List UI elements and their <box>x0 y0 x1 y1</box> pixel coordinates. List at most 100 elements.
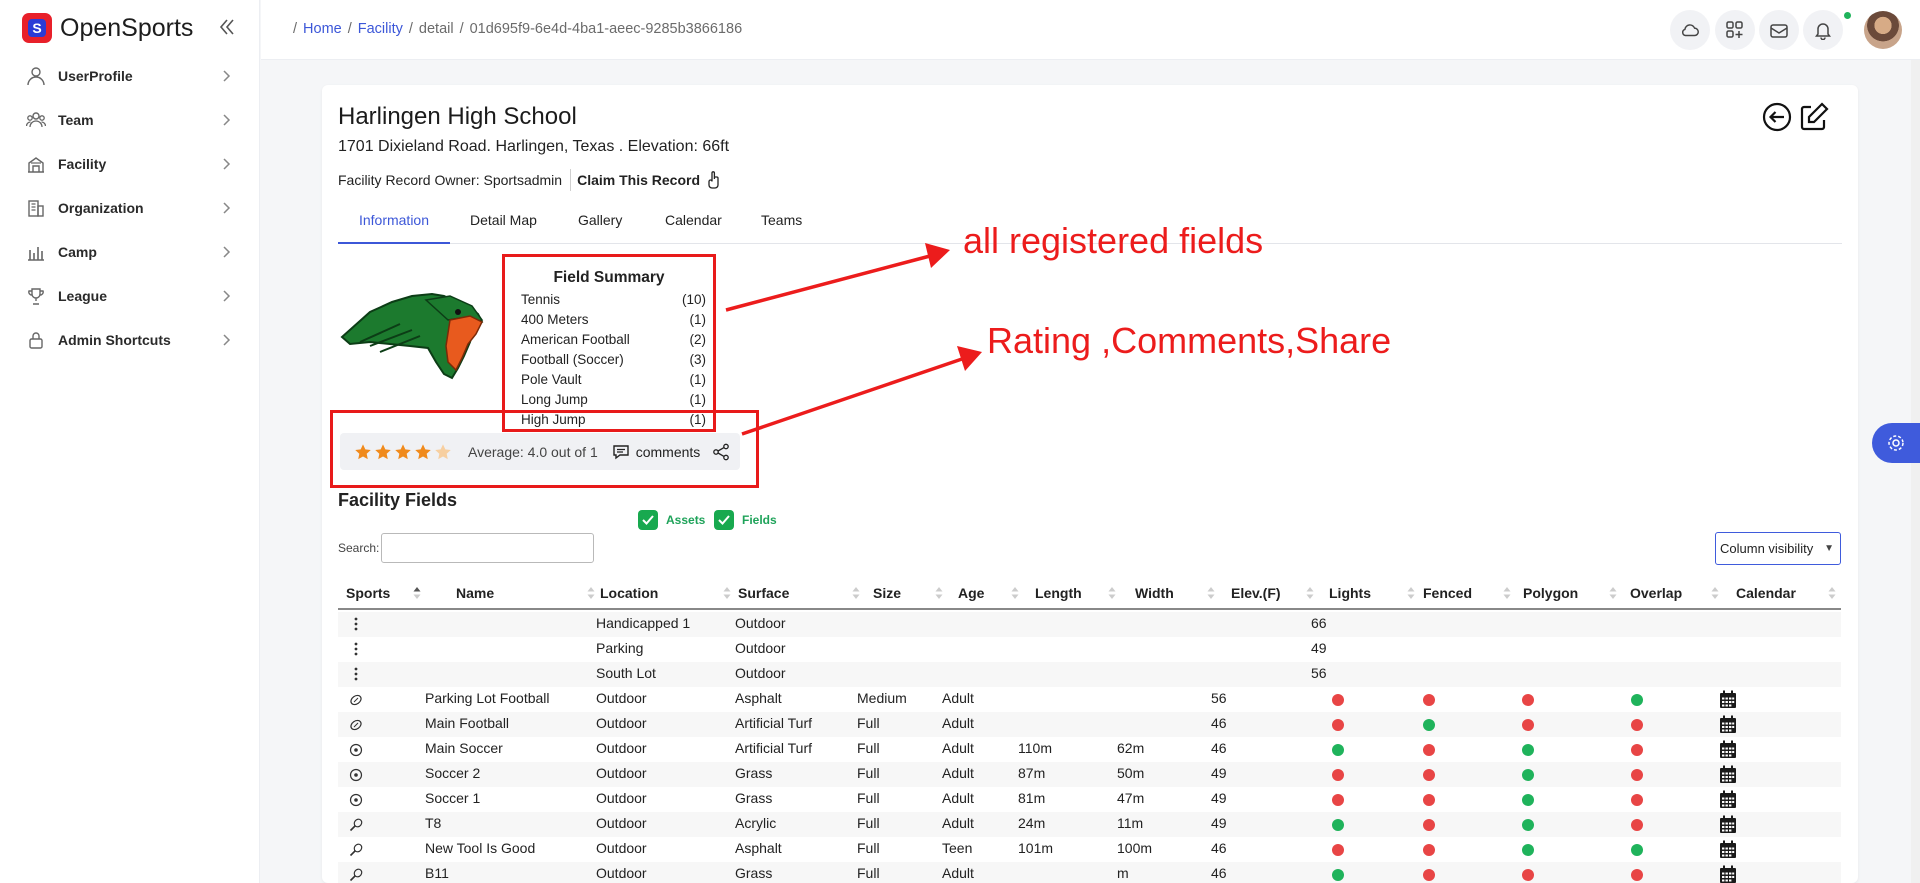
fields-checkbox[interactable]: Fields <box>714 510 777 530</box>
table-row[interactable]: Parking Lot Football Outdoor Asphalt Medium… <box>338 687 1841 712</box>
sort-arrows-icon[interactable] <box>1406 585 1416 601</box>
notifications-button[interactable] <box>1803 10 1843 50</box>
cell-name: Handicapped 1 <box>596 615 691 631</box>
calendar-icon[interactable] <box>1719 865 1737 883</box>
table-row[interactable]: B11 Outdoor Grass Full Adult m 46 <box>338 862 1841 883</box>
column-header-overlap[interactable]: Overlap <box>1630 576 1682 610</box>
table-row[interactable]: Main Football Outdoor Artificial Turf Full A… <box>338 712 1841 737</box>
cell-size: Full <box>857 740 880 756</box>
breadcrumb-facility[interactable]: Facility <box>358 21 403 37</box>
column-visibility-button[interactable]: Column visibility ▼ <box>1715 532 1841 565</box>
sidebar-item-organization[interactable]: Organization <box>0 186 260 230</box>
column-header-polygon[interactable]: Polygon <box>1523 576 1578 610</box>
table-row[interactable]: T8 Outdoor Acrylic Full Adult 24m 11m 49 <box>338 812 1841 837</box>
share-icon[interactable] <box>712 443 730 461</box>
calendar-icon[interactable] <box>1719 790 1737 809</box>
sort-arrows-icon[interactable] <box>1107 585 1117 601</box>
messages-button[interactable] <box>1759 10 1799 50</box>
sidebar-item-label: Organization <box>58 200 144 216</box>
table-row[interactable]: Parking Outdoor 49 <box>338 637 1841 662</box>
column-header-calendar[interactable]: Calendar <box>1736 576 1796 610</box>
claim-record-button[interactable]: Claim This Record <box>577 171 722 189</box>
sidebar-item-facility[interactable]: Facility <box>0 142 260 186</box>
column-header-lights[interactable]: Lights <box>1329 576 1371 610</box>
star-filled-icon[interactable] <box>374 443 392 461</box>
comments-label: comments <box>635 443 701 460</box>
sort-arrows-icon[interactable] <box>1710 585 1720 601</box>
chevron-right-icon <box>223 290 231 302</box>
column-header-sports[interactable]: Sports <box>346 576 390 610</box>
sort-arrows-icon[interactable] <box>1305 585 1315 601</box>
back-icon[interactable] <box>1760 100 1794 134</box>
sidebar-item-camp[interactable]: Camp <box>0 230 260 274</box>
more-vertical-icon[interactable] <box>354 641 358 657</box>
lights-status-dot <box>1332 794 1344 806</box>
column-header-name[interactable]: Name <box>456 576 494 610</box>
more-vertical-icon[interactable] <box>354 616 358 632</box>
sort-arrows-icon[interactable] <box>722 585 732 601</box>
column-header-age[interactable]: Age <box>958 576 984 610</box>
calendar-icon[interactable] <box>1719 815 1737 834</box>
calendar-icon[interactable] <box>1719 715 1737 734</box>
column-header-length[interactable]: Length <box>1035 576 1082 610</box>
table-row[interactable]: Soccer 2 Outdoor Grass Full Adult 87m 50m 49 <box>338 762 1841 787</box>
sort-arrows-icon[interactable] <box>1502 585 1512 601</box>
brand[interactable]: S OpenSports <box>22 12 193 44</box>
breadcrumb-home[interactable]: Home <box>303 21 342 37</box>
calendar-icon[interactable] <box>1719 740 1737 759</box>
sort-arrows-icon[interactable] <box>851 585 861 601</box>
column-header-size[interactable]: Size <box>873 576 901 610</box>
apps-button[interactable] <box>1715 10 1755 50</box>
calendar-icon[interactable] <box>1719 690 1737 709</box>
cloud-button[interactable] <box>1670 10 1710 50</box>
column-header-elev[interactable]: Elev.(F) <box>1231 576 1281 610</box>
scrollbar[interactable] <box>1911 60 1920 883</box>
sort-arrows-icon[interactable] <box>1206 585 1216 601</box>
table-row[interactable]: New Tool Is Good Outdoor Asphalt Full Teen 10… <box>338 837 1841 862</box>
column-header-width[interactable]: Width <box>1135 576 1174 610</box>
sort-arrows-icon[interactable] <box>412 585 422 601</box>
table-row[interactable]: Main Soccer Outdoor Artificial Turf Full Adu… <box>338 737 1841 762</box>
tab-information[interactable]: Information <box>338 208 450 244</box>
sort-arrows-icon[interactable] <box>1827 585 1837 601</box>
sidebar-item-admin-shortcuts[interactable]: Admin Shortcuts <box>0 318 260 362</box>
column-header-surface[interactable]: Surface <box>738 576 789 610</box>
lights-status-dot <box>1332 694 1344 706</box>
search-input[interactable] <box>381 533 594 563</box>
sidebar-item-userprofile[interactable]: UserProfile <box>0 54 260 98</box>
tab-calendar[interactable]: Calendar <box>665 208 722 244</box>
user-avatar[interactable] <box>1864 11 1902 49</box>
tab-detail-map[interactable]: Detail Map <box>470 208 537 244</box>
tab-teams[interactable]: Teams <box>761 208 802 244</box>
sort-arrows-icon[interactable] <box>1010 585 1020 601</box>
column-header-fenced[interactable]: Fenced <box>1423 576 1472 610</box>
assets-checkbox[interactable]: Assets <box>638 510 705 530</box>
sidebar-item-league[interactable]: League <box>0 274 260 318</box>
more-vertical-icon[interactable] <box>354 666 358 682</box>
sort-arrows-icon[interactable] <box>586 585 596 601</box>
star-filled-icon[interactable] <box>414 443 432 461</box>
tab-gallery[interactable]: Gallery <box>578 208 622 244</box>
column-header-location[interactable]: Location <box>600 576 658 610</box>
collapse-sidebar-icon[interactable] <box>218 16 236 38</box>
comments-button[interactable]: comments <box>612 443 701 460</box>
brand-name: OpenSports <box>60 13 194 42</box>
trophy-icon <box>28 288 44 305</box>
star-rating[interactable] <box>354 443 454 461</box>
overlap-status-dot <box>1631 819 1643 831</box>
star-filled-icon[interactable] <box>354 443 372 461</box>
star-empty-icon[interactable] <box>434 443 452 461</box>
table-row[interactable]: South Lot Outdoor 56 <box>338 662 1841 687</box>
settings-float-button[interactable] <box>1872 423 1920 463</box>
cell-name: B11 <box>425 865 449 881</box>
star-filled-icon[interactable] <box>394 443 412 461</box>
calendar-icon[interactable] <box>1719 840 1737 859</box>
calendar-icon[interactable] <box>1719 765 1737 784</box>
sidebar-item-team[interactable]: Team <box>0 98 260 142</box>
sort-arrows-icon[interactable] <box>934 585 944 601</box>
table-row[interactable]: Handicapped 1 Outdoor 66 <box>338 612 1841 637</box>
overlap-status-dot <box>1631 744 1643 756</box>
edit-icon[interactable] <box>1797 100 1831 134</box>
sort-arrows-icon[interactable] <box>1608 585 1618 601</box>
table-row[interactable]: Soccer 1 Outdoor Grass Full Adult 81m 47m 49 <box>338 787 1841 812</box>
